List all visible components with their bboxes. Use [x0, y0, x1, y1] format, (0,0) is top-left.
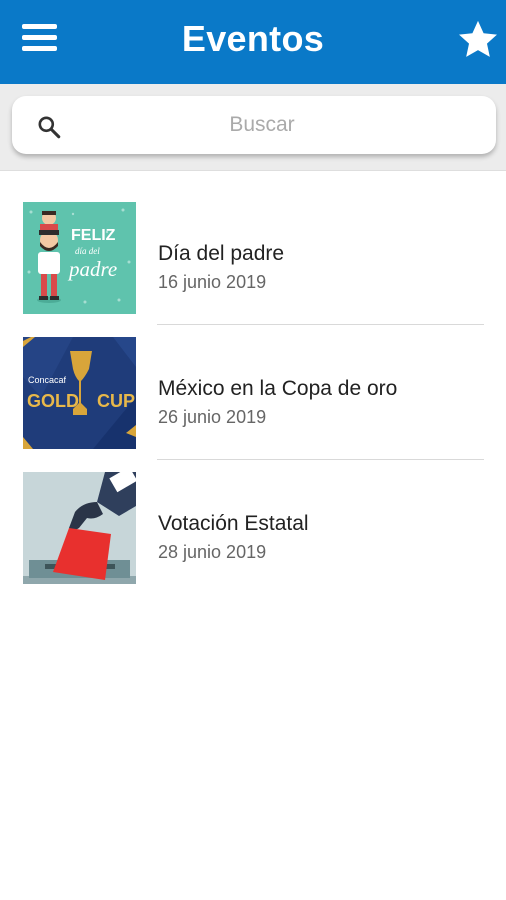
event-date: 26 junio 2019 [158, 407, 267, 427]
event-item-votacion-estatal[interactable]: Votación Estatal 28 junio 2019 [0, 460, 506, 595]
event-title: Votación Estatal [158, 512, 309, 535]
search-box [12, 96, 496, 154]
thumbnail-text-concacaf: Concacaf [28, 375, 67, 385]
page-title: Eventos [181, 18, 325, 59]
event-item-mexico-copa-de-oro[interactable]: Concacaf GOLD CUP México en la Copa de o… [0, 325, 506, 460]
event-item-dia-del-padre[interactable]: FELIZ día del padre Día del padre 16 jun… [0, 190, 506, 325]
event-list: FELIZ día del padre Día del padre 16 jun… [0, 190, 506, 595]
fathers-day-thumbnail: FELIZ día del padre [23, 202, 136, 314]
event-title: Día del padre [158, 242, 285, 265]
app-bar: Eventos [0, 0, 506, 84]
thumbnail-text-cup: CUP [97, 391, 135, 411]
star-icon[interactable] [456, 18, 500, 62]
event-date: 16 junio 2019 [158, 272, 267, 292]
voting-thumbnail [23, 472, 136, 584]
search-bar-container [0, 84, 506, 171]
search-icon[interactable] [36, 114, 62, 140]
thumbnail-text-gold: GOLD [27, 391, 79, 411]
thumbnail-text-feliz: FELIZ [71, 227, 116, 244]
gold-cup-thumbnail: Concacaf GOLD CUP [23, 337, 136, 449]
search-input[interactable] [82, 96, 442, 154]
thumbnail-text-dia-del: día del [75, 246, 100, 256]
event-date: 28 junio 2019 [158, 542, 267, 562]
event-title: México en la Copa de oro [158, 377, 398, 400]
thumbnail-text-padre: padre [67, 257, 117, 281]
